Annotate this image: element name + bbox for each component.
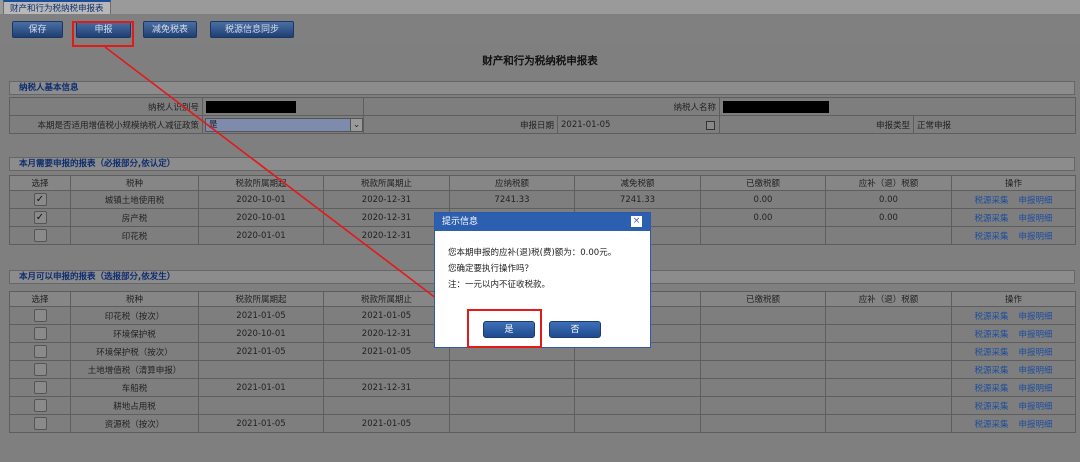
dialog-body: 您本期申报的应补(退)税(费)额为：0.00元。 您确定要执行操作吗？ 注：一元…: [435, 231, 650, 293]
no-button[interactable]: 否: [549, 321, 601, 338]
dialog-titlebar: 提示信息 ×: [435, 213, 650, 231]
dialog-message-amount: 您本期申报的应补(退)税(费)额为：0.00元。: [448, 248, 617, 258]
close-icon[interactable]: ×: [631, 216, 642, 227]
arrow-line: [104, 46, 475, 328]
dialog-title: 提示信息: [442, 217, 479, 227]
dialog-message-note: 注：一元以内不征收税款。: [448, 280, 551, 290]
dialog-message-confirm: 您确定要执行操作吗？: [448, 264, 534, 274]
highlight-yes-box: [467, 309, 542, 348]
